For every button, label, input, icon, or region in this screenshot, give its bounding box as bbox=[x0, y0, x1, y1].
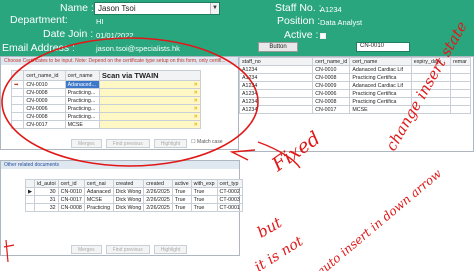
annotation-circle bbox=[1, 37, 259, 167]
annotation-scribble bbox=[3, 239, 15, 263]
annotation-arrowhead bbox=[229, 149, 256, 161]
